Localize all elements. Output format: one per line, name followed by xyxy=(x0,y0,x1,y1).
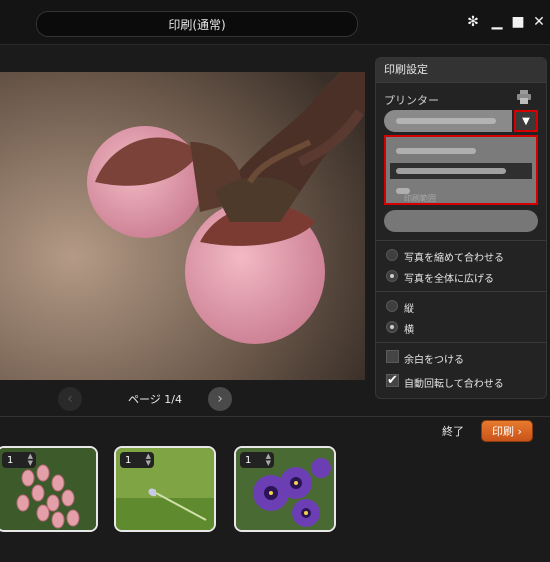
title-bar: 印刷(通常) ✻ ▁ ■ ✕ xyxy=(0,0,550,45)
print-button[interactable]: 印刷 › xyxy=(481,420,533,442)
print-button-label: 印刷 xyxy=(492,425,515,438)
page-navigator: ‹ ページ 1/4 › xyxy=(0,384,365,414)
printer-option-blurred xyxy=(396,168,506,174)
margin-checkbox[interactable] xyxy=(386,350,399,363)
printer-select[interactable] xyxy=(384,110,512,132)
autorotate-label: 自動回転して合わせる xyxy=(404,379,504,390)
copies-count: 1 xyxy=(7,454,14,466)
printer-dropdown-list: 印刷範囲 xyxy=(384,135,538,205)
fit-fill-radio[interactable] xyxy=(386,270,398,282)
end-button[interactable]: 終了 xyxy=(442,423,464,439)
printer-option-selected[interactable] xyxy=(390,163,532,179)
landscape-radio[interactable] xyxy=(386,321,398,333)
print-preview-image xyxy=(0,72,365,380)
fit-fill-label: 写真を全体に広げる xyxy=(404,274,494,285)
divider xyxy=(0,416,550,417)
thumbnail-page-2[interactable]: 1 ▲ ▼ xyxy=(114,446,216,532)
printer-icon[interactable] xyxy=(516,90,532,104)
printer-option[interactable] xyxy=(390,143,532,159)
thumbnail-page-1[interactable]: 1 ▲ ▼ xyxy=(0,446,98,532)
portrait-label: 縦 xyxy=(404,304,414,315)
copies-stepper[interactable]: 1 ▲ ▼ xyxy=(2,452,36,468)
landscape-label: 横 xyxy=(404,325,414,336)
stepper-arrows-icon[interactable]: ▲ ▼ xyxy=(266,453,271,467)
previous-page-button[interactable]: ‹ xyxy=(58,387,82,411)
close-button[interactable]: ✕ xyxy=(530,13,548,31)
next-page-button[interactable]: › xyxy=(208,387,232,411)
page-indicator: ページ 1/4 xyxy=(128,393,182,406)
stepper-arrows-icon[interactable]: ▲ ▼ xyxy=(146,453,151,467)
fit-shrink-radio[interactable] xyxy=(386,249,398,261)
loading-icon: ✻ xyxy=(467,14,479,30)
printer-name-blurred xyxy=(396,118,496,124)
chevron-right-icon: › xyxy=(514,424,522,438)
divider xyxy=(376,342,546,343)
divider xyxy=(376,291,546,292)
copies-stepper[interactable]: 1 ▲ ▼ xyxy=(240,452,274,468)
maximize-button[interactable]: ■ xyxy=(509,13,527,31)
copies-count: 1 xyxy=(125,454,132,466)
printer-label: プリンター xyxy=(384,94,439,107)
copies-count: 1 xyxy=(245,454,252,466)
divider xyxy=(376,240,546,241)
thumbnail-page-3[interactable]: 1 ▲ ▼ xyxy=(234,446,336,532)
minimize-button[interactable]: ▁ xyxy=(488,13,506,31)
dropdown-arrow-button[interactable]: ▼ xyxy=(514,110,538,132)
settings-header: 印刷設定 xyxy=(376,58,546,83)
window-title: 印刷(通常) xyxy=(36,11,358,37)
margin-label: 余白をつける xyxy=(404,355,464,366)
autorotate-checkbox[interactable]: ✔ xyxy=(386,374,399,387)
paper-select[interactable] xyxy=(384,210,538,232)
portrait-radio[interactable] xyxy=(386,300,398,312)
print-range-label: 印刷範囲 xyxy=(404,194,436,203)
stepper-arrows-icon[interactable]: ▲ ▼ xyxy=(28,453,33,467)
fit-shrink-label: 写真を縮めて合わせる xyxy=(404,253,504,264)
print-settings-panel: 印刷設定 プリンター ▼ 印刷範囲 写真を縮めて合わせる 写真を全体に広げる 縦… xyxy=(375,57,547,399)
printer-option-blurred xyxy=(396,148,476,154)
copies-stepper[interactable]: 1 ▲ ▼ xyxy=(120,452,154,468)
